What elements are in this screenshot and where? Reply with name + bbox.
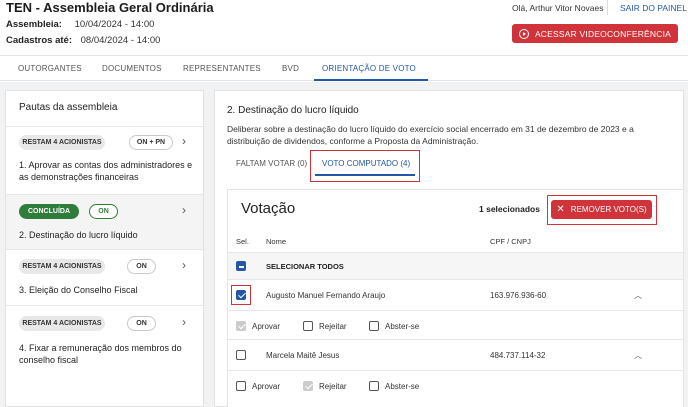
abstain-checkbox[interactable] [369,321,379,331]
main-tabs: OUTORGANTES DOCUMENTOS REPRESENTANTES BV… [0,55,688,81]
chevron-up-icon[interactable]: ︿ [634,290,642,301]
shareholder-doc: 163.976.936-60 [490,291,547,300]
agenda-item-3[interactable]: RESTAM 4 ACIONISTAS ON › 3. Eleição do C… [6,249,203,305]
agenda-item-4[interactable]: RESTAM 4 ACIONISTAS ON › 4. Fixar a remu… [6,305,203,375]
agenda-item-2[interactable]: CONCLUÍDA ON › 2. Destinação do lucro lí… [6,194,203,249]
tab-documentos[interactable]: DOCUMENTOS [102,64,162,73]
chevron-up-icon[interactable]: ︿ [634,350,642,361]
vote-options-row: Aprovar Rejeitar Abster-se [228,370,683,407]
abstain-label: Abster-se [385,322,420,331]
agenda-sidebar: Pautas da assembleia RESTAM 4 ACIONISTAS… [5,90,204,407]
detail-title: 2. Destinação do lucro líquido [227,105,359,116]
voting-card: Votação 1 selecionados ✕ REMOVER VOTO(S)… [227,189,684,407]
page-title: TEN - Assembleia Geral Ordinária [6,0,214,15]
select-all-label: SELECIONAR TODOS [266,262,344,271]
tab-representantes[interactable]: REPRESENTANTES [183,64,261,73]
status-badge: CONCLUÍDA [19,204,79,219]
approve-label: Aprovar [252,382,281,391]
assembleia-label: Assembleia: [6,19,62,30]
tab-orientacao-de-voto[interactable]: ORIENTAÇÃO DE VOTO [322,64,416,73]
row-checkbox[interactable] [236,350,246,360]
voting-title: Votação [241,200,296,217]
agenda-item-title: 4. Fixar a remuneração dos membros do co… [19,343,182,365]
column-header-doc: CPF / CNPJ [490,237,531,246]
shareholder-name: Marcela Maitê Jesus [266,351,340,360]
table-row: Augusto Manuel Fernando Araujo 163.976.9… [228,279,683,310]
share-type-badge: ON [127,316,156,331]
play-circle-icon [518,28,529,39]
column-header-name: Nome [266,237,287,246]
select-all-row: SELECIONAR TODOS [228,252,683,279]
agenda-item-title: 1. Aprovar as contas dos administradores… [19,160,193,182]
cadastros-line: Cadastros até: 08/04/2024 - 14:00 [6,35,160,46]
cadastros-value: 08/04/2024 - 14:00 [80,35,161,46]
reject-label: Rejeitar [319,322,347,331]
assembleia-value: 10/04/2024 - 14:00 [74,19,155,30]
table-row: Marcela Maitê Jesus 484.737.114-32 ︿ [228,339,683,370]
highlight-box [231,285,251,305]
detail-description: Deliberar sobre a destinação do lucro lí… [227,124,634,146]
share-type-badge: ON + PN [129,135,173,150]
status-badge: RESTAM 4 ACIONISTAS [19,135,105,150]
abstain-label: Abster-se [385,382,420,391]
reject-checkbox[interactable] [303,381,313,391]
logout-link[interactable]: SAIR DO PAINEL [620,3,687,13]
cadastros-label: Cadastros até: [6,35,72,46]
user-greeting: Olá, Arthur Vitor Novaes [512,3,604,13]
select-all-checkbox[interactable] [236,261,246,271]
vote-options-row: Aprovar Rejeitar Abster-se [228,310,683,339]
sidebar-title: Pautas da assembleia [19,102,118,113]
approve-label: Aprovar [252,322,281,331]
video-conference-button[interactable]: ACESSAR VIDEOCONFERÊNCIA [512,24,678,43]
approve-checkbox[interactable] [236,321,246,331]
share-type-badge: ON [127,259,156,274]
shareholder-doc: 484.737.114-32 [490,351,546,360]
status-badge: RESTAM 4 ACIONISTAS [19,316,105,331]
remove-votes-label: REMOVER VOTO(S) [570,205,647,214]
assembleia-line: Assembleia: 10/04/2024 - 14:00 [6,19,154,30]
status-badge: RESTAM 4 ACIONISTAS [19,259,105,274]
video-conference-label: ACESSAR VIDEOCONFERÊNCIA [534,28,672,39]
subtab-pending-votes[interactable]: FALTAM VOTAR (0) [236,159,307,168]
active-tab-indicator [314,79,428,81]
column-header-sel: Sel. [236,237,249,246]
reject-checkbox[interactable] [303,321,313,331]
shareholder-name: Augusto Manuel Fernando Araujo [266,291,386,300]
close-icon: ✕ [556,204,565,215]
chevron-right-icon: › [182,258,186,272]
tab-bvd[interactable]: BVD [282,64,299,73]
agenda-item-title: 2. Destinação do lucro líquido [19,230,138,240]
agenda-detail-panel: 2. Destinação do lucro líquido Deliberar… [214,90,684,407]
highlight-box [310,150,420,182]
abstain-checkbox[interactable] [369,381,379,391]
remove-votes-button[interactable]: ✕ REMOVER VOTO(S) [551,200,652,219]
selected-count: 1 selecionados [479,204,540,214]
agenda-item-title: 3. Eleição do Conselho Fiscal [19,285,138,295]
share-type-badge: ON [89,204,118,219]
agenda-item-1[interactable]: RESTAM 4 ACIONISTAS ON + PN › 1. Aprovar… [6,126,203,194]
tab-outorgantes[interactable]: OUTORGANTES [18,64,82,73]
chevron-right-icon: › [182,134,186,148]
chevron-right-icon: › [182,203,186,217]
chevron-right-icon: › [182,315,186,329]
approve-checkbox[interactable] [236,381,246,391]
header-divider [607,0,608,15]
reject-label: Rejeitar [319,382,347,391]
